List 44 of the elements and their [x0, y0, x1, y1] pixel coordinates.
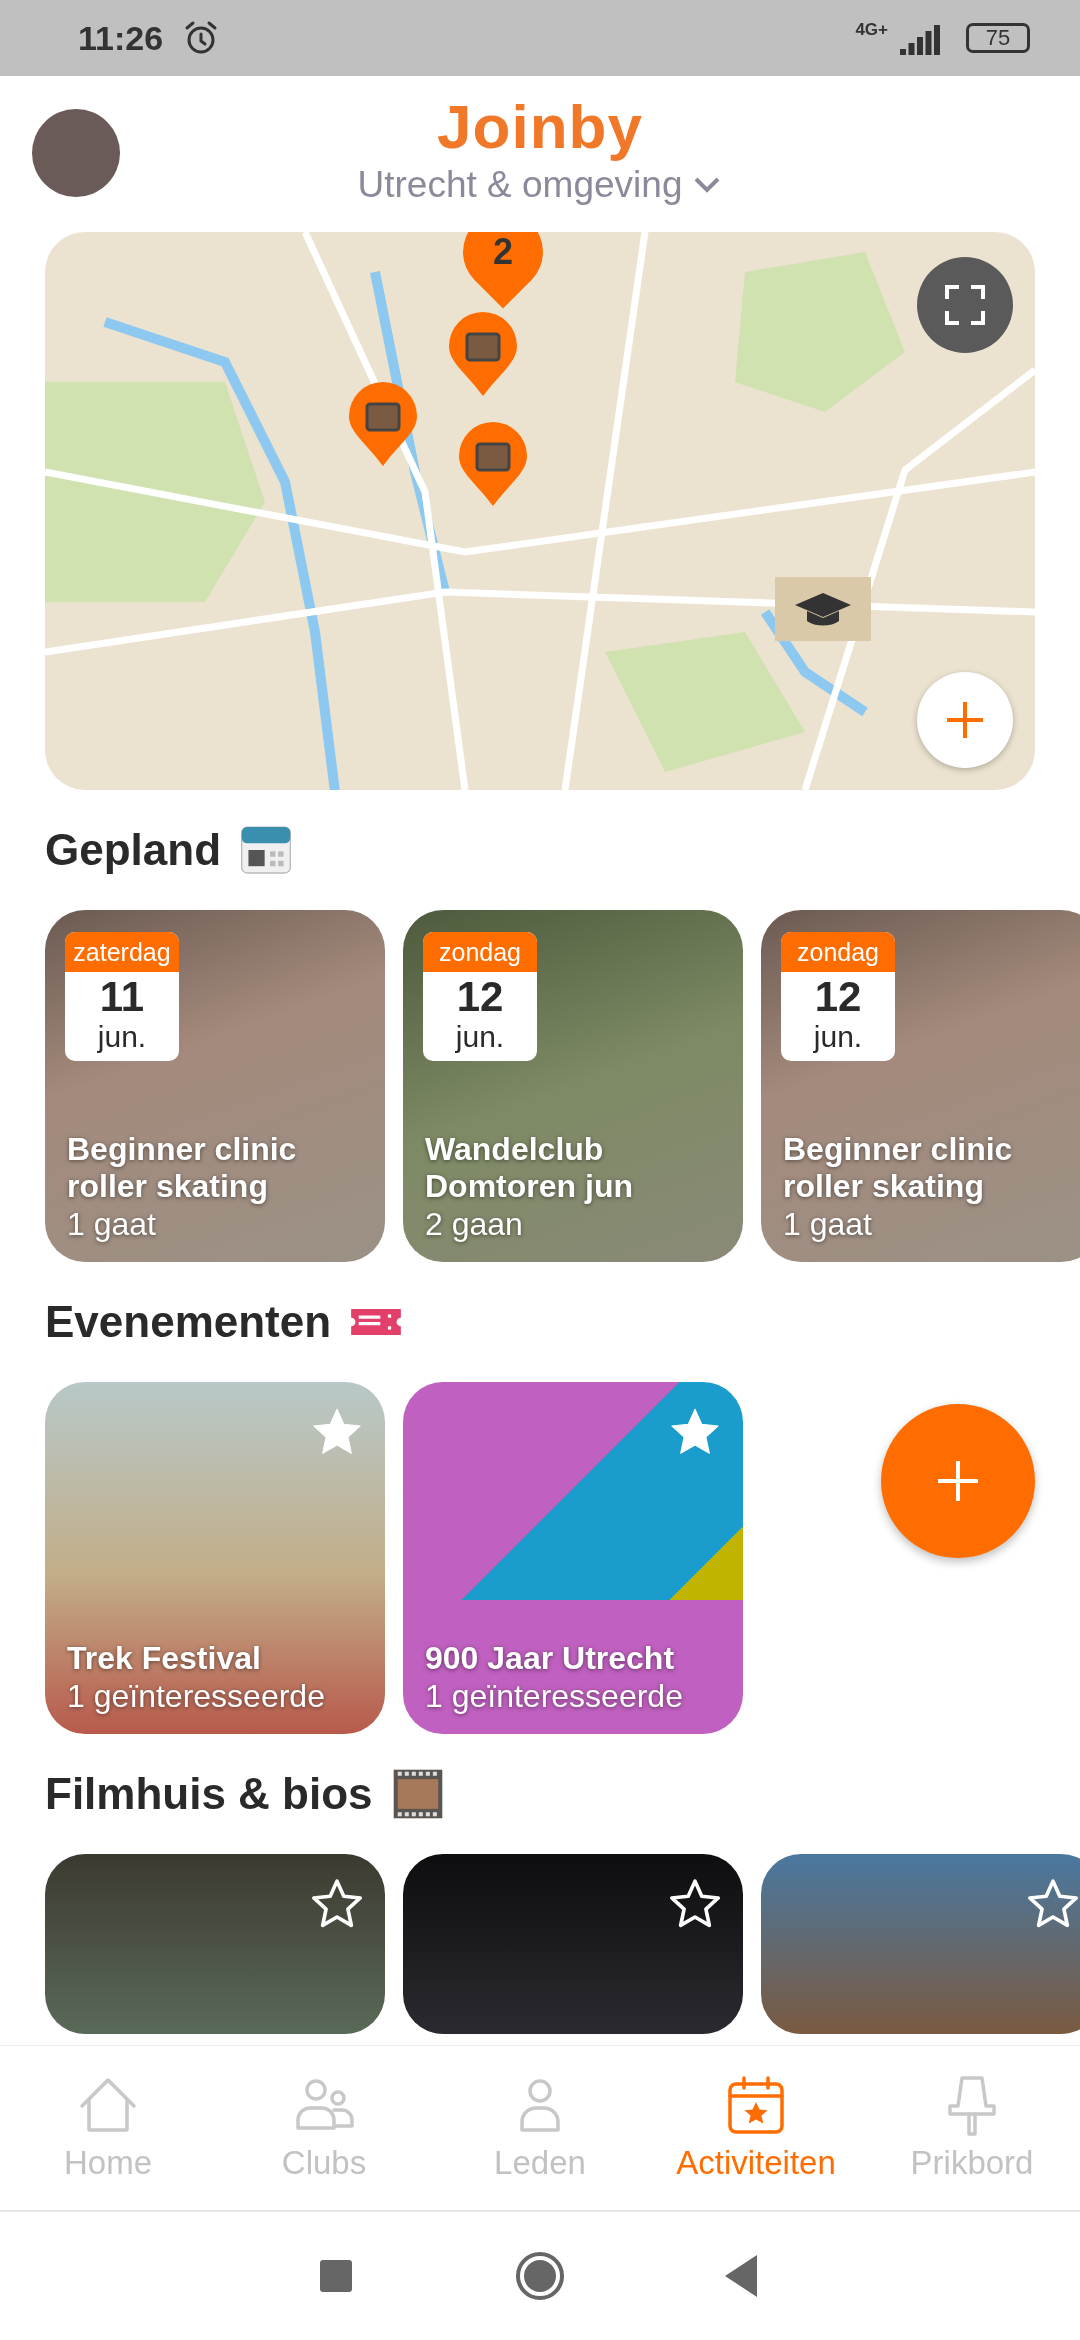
- card-subtitle: 1 gaat: [783, 1205, 873, 1245]
- day-number: 12: [814, 974, 862, 1021]
- network-label: 4G+: [855, 20, 888, 40]
- event-card[interactable]: 900 Jaar Utrecht 1 geïnteresseerde: [403, 1382, 743, 1734]
- day-number: 11: [99, 974, 145, 1021]
- card-title: 900 Jaar Utrecht: [425, 1639, 676, 1677]
- section-title: Evenementen: [45, 1297, 332, 1347]
- day-number: 12: [456, 974, 504, 1021]
- month-label: jun.: [97, 1020, 147, 1054]
- fullscreen-icon: [943, 283, 987, 327]
- activity-card[interactable]: zaterdag 11 jun. Beginner clinic roller skating 1 gaat: [45, 910, 385, 1262]
- calendar-icon: [239, 823, 294, 877]
- home-button[interactable]: [513, 2249, 567, 2303]
- weekday-label: zondag: [781, 932, 895, 972]
- nav-tab[interactable]: Activiteiten: [648, 2046, 864, 2210]
- star-icon[interactable]: [1027, 1878, 1079, 1930]
- plus-icon: [935, 1458, 981, 1504]
- month-label: jun.: [813, 1020, 863, 1054]
- map-add-button[interactable]: [917, 672, 1013, 768]
- month-label: jun.: [455, 1020, 505, 1054]
- section-title: Filmhuis & bios: [45, 1769, 373, 1819]
- card-title: Trek Festival: [67, 1639, 262, 1677]
- map[interactable]: 2: [45, 232, 1035, 790]
- card-title: Beginner clinic roller skating: [67, 1130, 298, 1205]
- card-subtitle: 1 geïnteresseerde: [425, 1677, 684, 1717]
- status-time: 11:26: [78, 18, 164, 58]
- weekday-label: zaterdag: [65, 932, 179, 972]
- star-icon[interactable]: [311, 1878, 363, 1930]
- venue-card[interactable]: [403, 1854, 743, 2034]
- graduation-cap-icon[interactable]: [775, 577, 871, 641]
- card-subtitle: 2 gaan: [425, 1205, 524, 1245]
- event-card[interactable]: Trek Festival 1 geïnteresseerde: [45, 1382, 385, 1734]
- card-title: Wandelclub Domtoren jun: [425, 1130, 634, 1205]
- region-selector[interactable]: Utrecht & omgeving: [357, 164, 723, 206]
- section-title: Gepland: [45, 825, 222, 875]
- activity-card[interactable]: zondag 12 jun. Beginner clinic roller skating 1 gaat: [761, 910, 1080, 1262]
- activity-card[interactable]: zondag 12 jun. Wandelclub Domtoren jun 2 gaan: [403, 910, 743, 1262]
- card-title: Beginner clinic roller skating: [783, 1130, 1014, 1205]
- weekday-label: zondag: [423, 932, 537, 972]
- venue-card[interactable]: [45, 1854, 385, 2034]
- card-subtitle: 1 geïnteresseerde: [67, 1677, 326, 1717]
- battery-level: 75: [966, 23, 1030, 53]
- card-subtitle: 1 gaat: [67, 1205, 157, 1245]
- star-icon[interactable]: [669, 1878, 721, 1930]
